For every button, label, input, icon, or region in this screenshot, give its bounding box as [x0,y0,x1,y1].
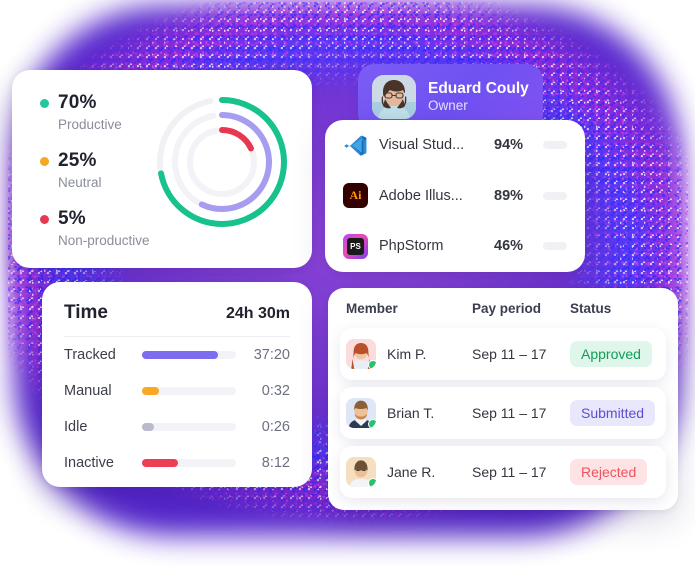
time-row-label: Tracked [64,347,116,363]
time-row-idle: Idle 0:26 [42,409,312,445]
online-indicator [368,419,376,428]
non-productive-dot [40,214,49,224]
neutral-dot [40,156,49,166]
app-percent: 94% [494,137,524,154]
app-progress-track [543,242,567,251]
time-row-label: Inactive [64,455,114,471]
productivity-card: 70% Productive 25% Neutral 5% Non-produc… [12,70,312,268]
phpstorm-icon: PS [343,233,368,259]
time-progress-track [142,459,236,467]
time-row-label: Manual [64,383,112,399]
pay-period: Sep 11 – 17 [472,405,547,421]
member-name: Kim P. [387,346,427,362]
time-progress-track [142,387,236,395]
time-progress-fill [142,351,219,359]
app-name: PhpStorm [379,238,444,255]
time-row-inactive: Inactive 8:12 [42,445,312,481]
dashboard-illustration: 70% Productive 25% Neutral 5% Non-produc… [0,0,695,568]
status-badge: Approved [570,341,652,367]
member-cell: Kim P. [346,339,472,369]
column-header-pay-period: Pay period [472,300,542,316]
time-progress-track [142,351,236,359]
column-header-status: Status [570,300,612,316]
visual-studio-code-icon [343,133,368,158]
column-header-member: Member [346,300,398,316]
time-row-value: 8:12 [261,455,290,471]
profile-text: Eduard Couly Owner [428,80,529,115]
jane-r-avatar [346,457,376,487]
app-row-vscode[interactable]: Visual Stud... 94% [325,120,585,171]
avatar-illustration [372,75,416,119]
profile-avatar [372,75,416,119]
neutral-percent: 25% [58,150,97,171]
profile-name: Eduard Couly [428,79,529,97]
members-table-card: Member Pay period Status Kim P. Sep 11 –… [328,288,678,510]
app-row-illustrator[interactable]: Ai Adobe Illus... 89% [325,171,585,222]
apps-usage-card: Visual Stud... 94% Ai Adobe Illus... 89%… [325,120,585,272]
app-percent: 89% [494,187,524,204]
time-card-title: Time [64,302,109,323]
productive-percent: 70% [58,92,97,113]
online-indicator [368,360,376,369]
time-progress-fill [142,387,159,395]
time-card-header: Time 24h 30m [42,282,312,336]
time-row-value: 0:32 [261,383,290,399]
non-productive-percent: 5% [58,208,86,229]
app-row-phpstorm[interactable]: PS PhpStorm 46% [325,221,585,272]
app-progress-track [543,141,567,150]
table-row[interactable]: Jane R. Sep 11 – 17 Rejected [340,446,666,498]
profile-role: Owner [428,98,468,114]
brian-t-avatar [346,398,376,428]
time-row-value: 0:26 [261,419,290,435]
time-total-value: 24h 30m [225,305,290,322]
productive-dot [40,98,49,108]
time-progress-fill [142,459,178,467]
time-progress-fill [142,423,155,431]
table-header: Member Pay period Status [328,288,678,328]
online-indicator [368,478,376,487]
kim-p-avatar [346,339,376,369]
time-row-value: 37:20 [253,347,290,363]
pay-period: Sep 11 – 17 [472,464,547,480]
member-cell: Jane R. [346,457,472,487]
app-name: Visual Stud... [379,137,465,154]
time-row-manual: Manual 0:32 [42,373,312,409]
time-card: Time 24h 30m Tracked 37:20 Manual 0:32 I… [42,282,312,487]
app-name: Adobe Illus... [379,187,463,204]
time-row-tracked: Tracked 37:20 [42,337,312,373]
time-progress-track [142,423,236,431]
member-name: Brian T. [387,405,435,421]
table-row[interactable]: Brian T. Sep 11 – 17 Submitted [340,387,666,439]
table-row[interactable]: Kim P. Sep 11 – 17 Approved [340,328,666,380]
productivity-donut-chart [157,97,287,227]
app-progress-track [543,191,567,200]
pay-period: Sep 11 – 17 [472,346,547,362]
time-row-label: Idle [64,419,88,435]
member-name: Jane R. [387,464,436,480]
member-cell: Brian T. [346,398,472,428]
adobe-illustrator-icon: Ai [343,183,368,209]
status-badge: Rejected [570,459,648,485]
app-percent: 46% [494,238,524,255]
status-badge: Submitted [570,400,656,426]
